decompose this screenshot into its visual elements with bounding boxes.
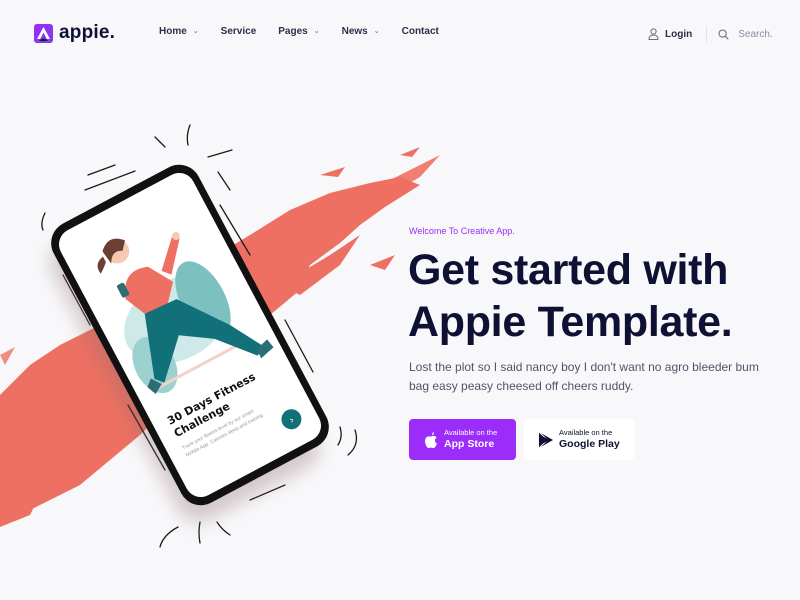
google-play-label: Google Play (559, 438, 620, 450)
app-store-small-text: Available on the (444, 428, 498, 437)
nav-news[interactable]: News ⌄ (342, 26, 380, 37)
hero-headline: Get started with Appie Template. (408, 244, 733, 348)
chevron-down-icon: ⌄ (313, 27, 320, 35)
nav-service[interactable]: Service (221, 26, 257, 37)
main-nav: Home ⌄ Service Pages ⌄ News ⌄ Contact (159, 26, 461, 37)
logo[interactable]: appie. (34, 22, 115, 44)
nav-label: Service (220, 26, 257, 37)
nav-label: News (341, 26, 368, 37)
apple-icon (425, 431, 437, 448)
site-header: appie. Home ⌄ Service Pages ⌄ News ⌄ Con… (0, 0, 800, 64)
logo-icon (34, 23, 53, 43)
hero-lead: Lost the plot so I said nancy boy I don'… (409, 360, 759, 393)
nav-contact[interactable]: Contact (402, 26, 439, 37)
google-play-icon (538, 431, 553, 448)
login-label: Login (665, 28, 693, 40)
search-box (718, 28, 789, 40)
headline-line-1: Get started with (408, 246, 729, 294)
header-actions: Login (648, 26, 789, 42)
logo-text: appie. (59, 22, 116, 43)
headline-line-2: Appie Template. (408, 298, 733, 346)
hero-illustration: 30 Days Fitness Challenge Track your fit… (0, 124, 440, 548)
nav-label: Contact (401, 26, 439, 37)
search-icon[interactable] (718, 28, 729, 40)
hero-eyebrow: Welcome To Creative App. (409, 226, 515, 236)
login-link[interactable]: Login (648, 28, 692, 40)
user-icon (648, 28, 659, 40)
header-divider (706, 26, 708, 42)
chevron-down-icon: ⌄ (373, 27, 380, 35)
app-store-label: App Store (444, 438, 495, 450)
app-store-button[interactable]: Available on the App Store (409, 419, 516, 460)
nav-label: Home (159, 26, 187, 37)
google-play-small-text: Available on the (559, 428, 613, 437)
google-play-button[interactable]: Available on the Google Play (524, 419, 634, 460)
nav-home[interactable]: Home ⌄ (159, 26, 199, 37)
nav-label: Pages (278, 26, 308, 37)
nav-pages[interactable]: Pages ⌄ (278, 26, 319, 37)
chevron-down-icon: ⌄ (192, 27, 199, 35)
search-input[interactable] (738, 28, 789, 40)
